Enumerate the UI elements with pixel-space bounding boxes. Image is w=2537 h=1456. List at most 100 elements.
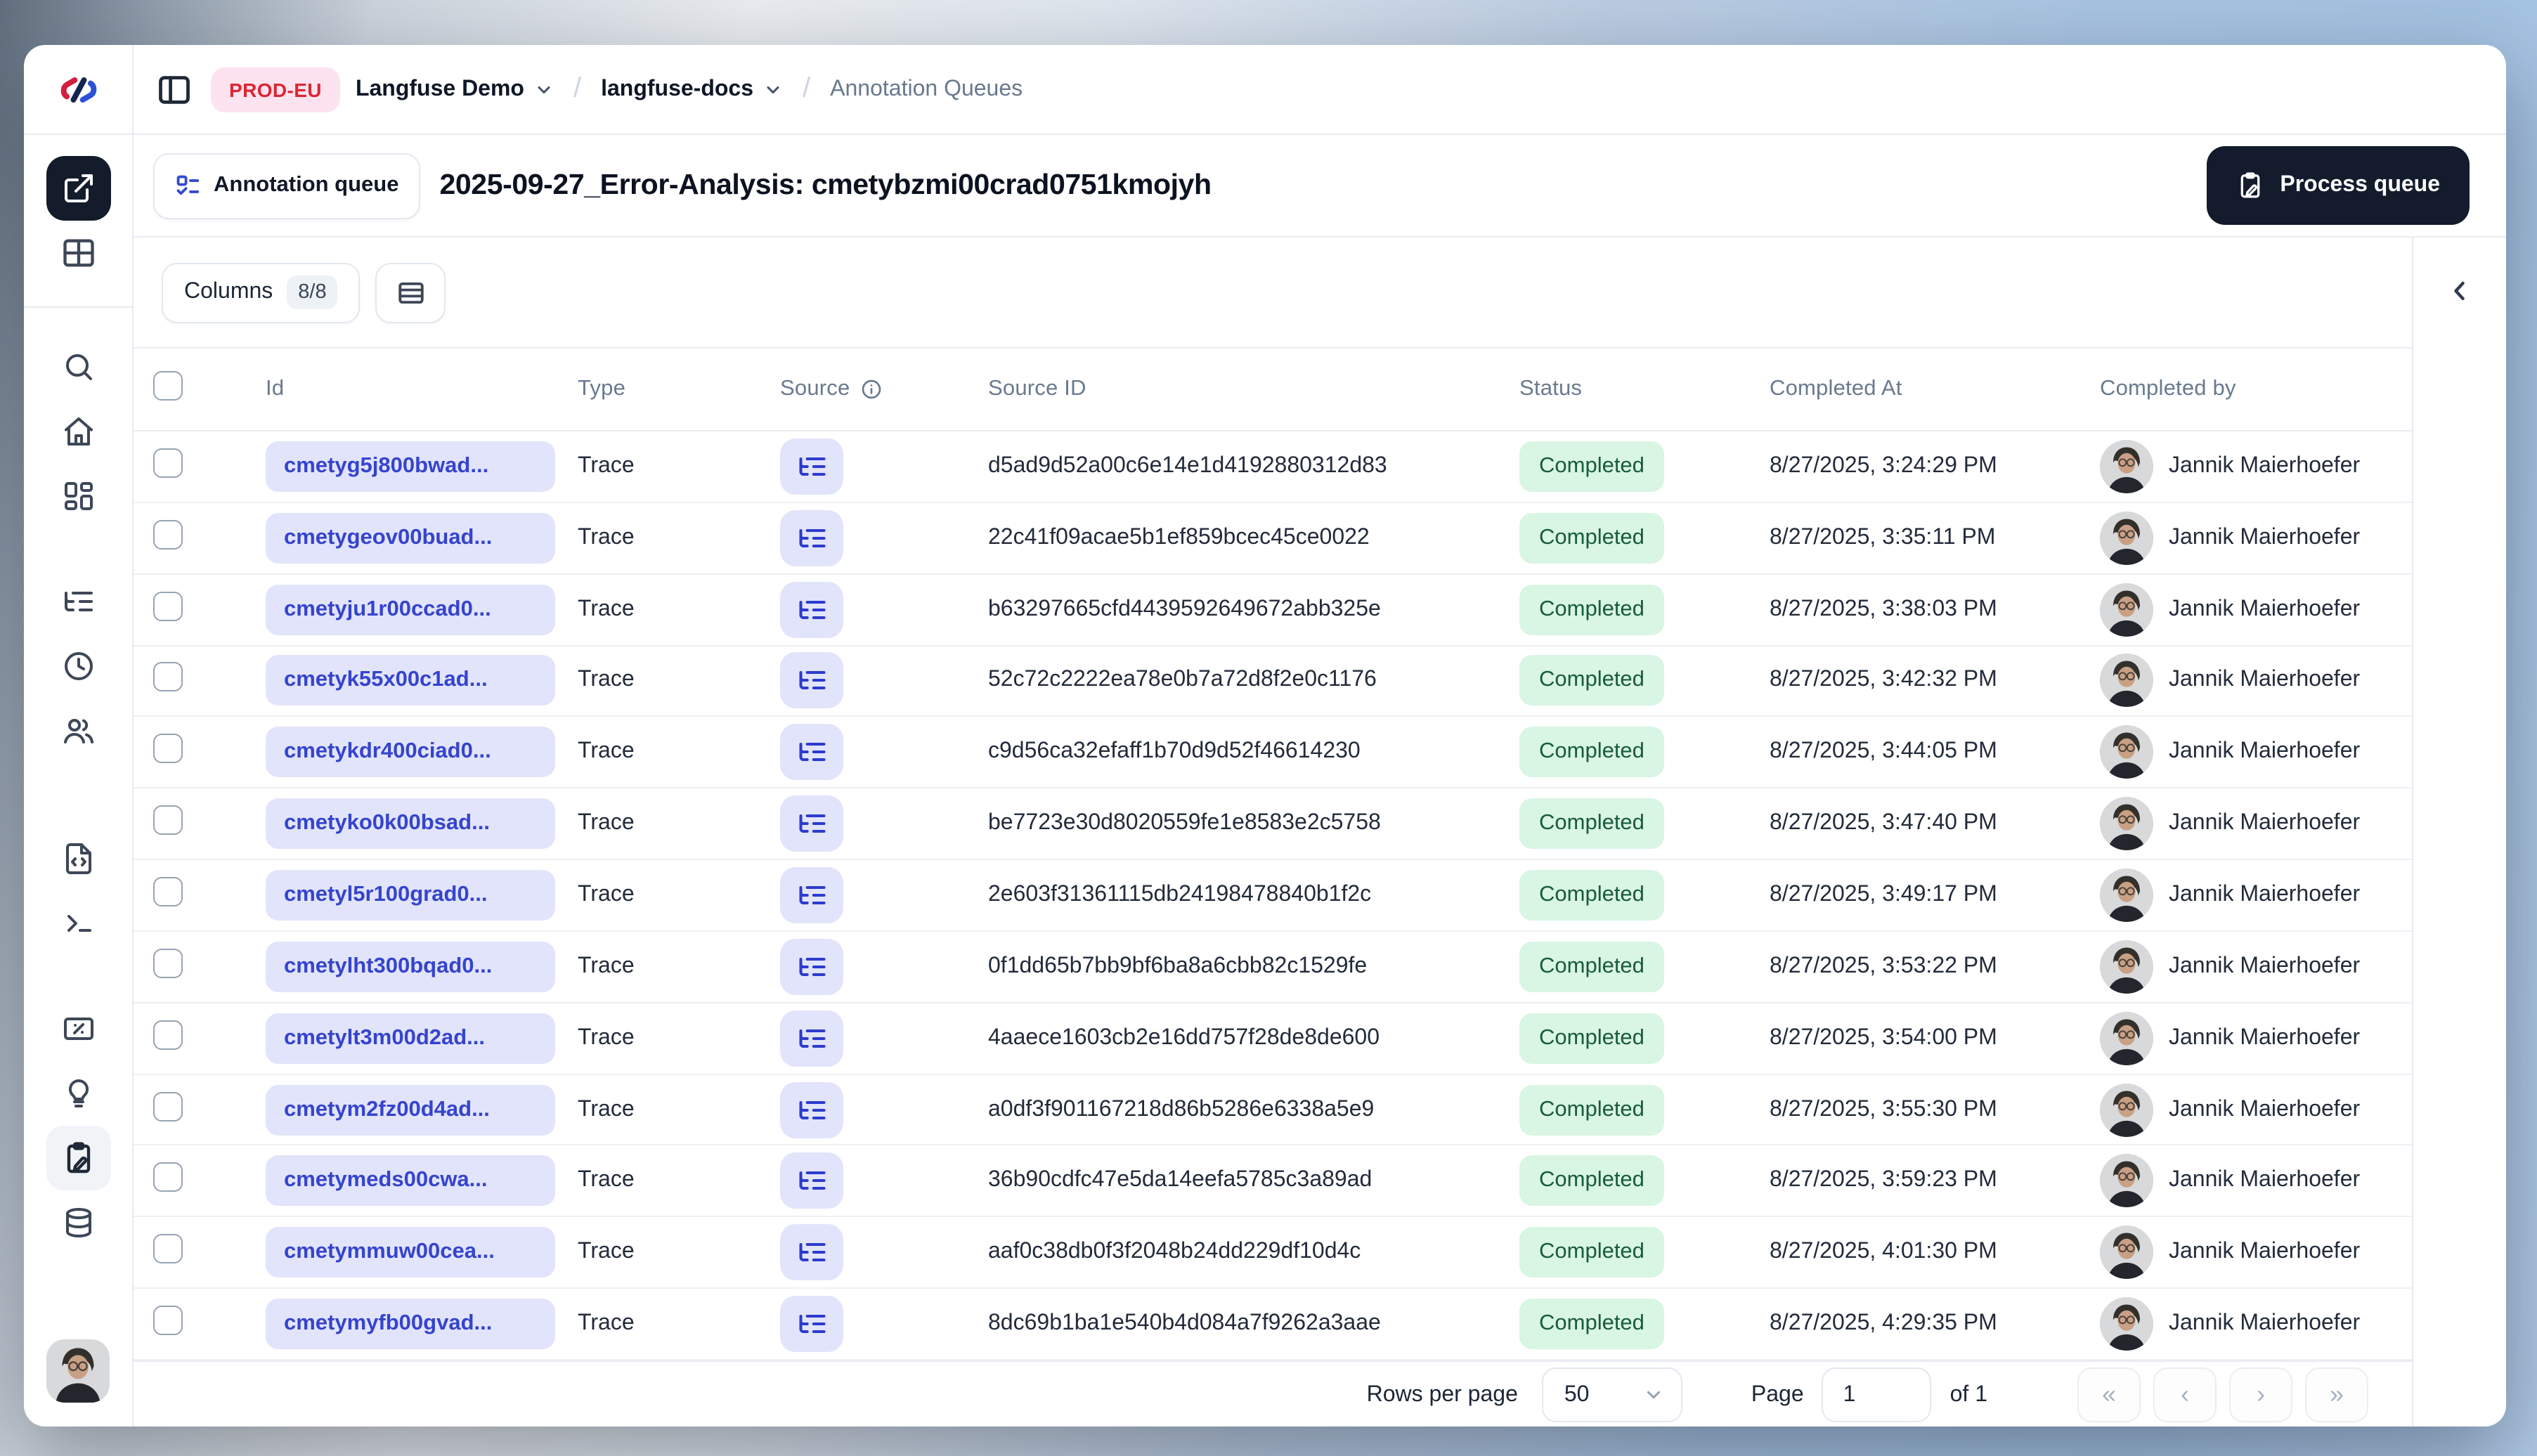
source-id-cell: 4aaece1603cb2e16dd757f28de8de600 — [988, 1025, 1380, 1050]
table-row[interactable]: cmetyg5j800bwad... Trace d5ad9d52a00c6e1… — [134, 431, 2412, 503]
table-row[interactable]: cmetyk55x00c1ad... Trace 52c72c2222ea78e… — [134, 646, 2412, 717]
source-id-cell: 8dc69b1ba1e540b4d084a7f9262a3aae — [988, 1311, 1381, 1336]
org-switcher[interactable]: Langfuse Demo — [356, 77, 554, 102]
table-row[interactable]: cmetymeds00cwa... Trace 36b90cdfc47e5da1… — [134, 1146, 2412, 1218]
trace-source-button[interactable] — [780, 509, 843, 566]
row-checkbox[interactable] — [153, 591, 183, 621]
trace-source-button[interactable] — [780, 1224, 843, 1281]
trace-source-button[interactable] — [780, 652, 843, 709]
sidebar-item-insights[interactable] — [46, 1061, 110, 1126]
info-icon[interactable] — [859, 378, 882, 401]
table-row[interactable]: cmetyju1r00ccad0... Trace b63297665cfd44… — [134, 574, 2412, 646]
table-row[interactable]: cmetymyfb00gvad... Trace 8dc69b1ba1e540b… — [134, 1289, 2412, 1360]
row-checkbox[interactable] — [153, 662, 183, 692]
first-page-button[interactable]: « — [2077, 1367, 2141, 1423]
table-row[interactable]: cmetylht300bqad0... Trace 0f1dd65b7bb9bf… — [134, 932, 2412, 1003]
item-id-link[interactable]: cmetymmuw00cea... — [266, 1227, 555, 1278]
process-queue-button[interactable]: Process queue — [2207, 146, 2470, 225]
item-id-link[interactable]: cmetymyfb00gvad... — [266, 1299, 555, 1350]
source-id-cell: 52c72c2222ea78e0b7a72d8f2e0c1176 — [988, 668, 1377, 692]
table-row[interactable]: cmetymmuw00cea... Trace aaf0c38db0f3f204… — [134, 1218, 2412, 1289]
next-page-button[interactable]: › — [2229, 1367, 2292, 1423]
item-id-link[interactable]: cmetykdr400ciad0... — [266, 727, 555, 778]
clipboard-pen-icon — [61, 1141, 95, 1175]
status-badge: Completed — [1519, 441, 1664, 492]
item-id-link[interactable]: cmetylt3m00d2ad... — [266, 1013, 555, 1064]
trace-source-button[interactable] — [780, 1010, 843, 1067]
sidebar-item-home[interactable] — [46, 399, 110, 464]
item-id-link[interactable]: cmetymeds00cwa... — [266, 1155, 555, 1207]
item-id-link[interactable]: cmetym2fz00d4ad... — [266, 1084, 555, 1136]
sidebar-item-users[interactable] — [46, 698, 110, 763]
rows-per-page-select[interactable]: 50 — [1541, 1367, 1682, 1423]
user-avatar[interactable] — [46, 1339, 110, 1403]
columns-label: Columns — [184, 280, 273, 304]
panel-left-icon — [156, 71, 193, 108]
sidebar-item-tables[interactable] — [46, 221, 110, 285]
row-checkbox[interactable] — [153, 948, 183, 978]
table-row[interactable]: cmetygeov00buad... Trace 22c41f09acae5b1… — [134, 503, 2412, 575]
sidebar-item-prompts[interactable] — [46, 826, 110, 891]
status-badge: Completed — [1519, 869, 1664, 921]
columns-button[interactable]: Columns 8/8 — [162, 262, 361, 323]
type-cell: Trace — [578, 597, 635, 621]
completed-at-cell: 8/27/2025, 3:44:05 PM — [1770, 739, 1997, 764]
users-icon — [61, 714, 95, 748]
breadcrumb-separator: / — [803, 73, 811, 104]
collapse-panel-button[interactable] — [2436, 267, 2484, 315]
completed-by-name: Jannik Maierhoefer — [2169, 811, 2361, 836]
project-switcher[interactable]: langfuse-docs — [601, 77, 783, 102]
sidebar-item-sessions[interactable] — [46, 634, 110, 698]
item-id-link[interactable]: cmetygeov00buad... — [266, 512, 555, 564]
trace-source-button[interactable] — [780, 581, 843, 638]
table-row[interactable]: cmetyl5r100grad0... Trace 2e603f31361115… — [134, 860, 2412, 932]
queue-type-label: Annotation queue — [214, 173, 399, 197]
row-checkbox[interactable] — [153, 1234, 183, 1264]
sidebar-item-evaluation[interactable] — [46, 996, 110, 1061]
sidebar-toggle-button[interactable] — [153, 68, 195, 110]
item-id-link[interactable]: cmetyg5j800bwad... — [266, 441, 555, 492]
trace-source-button[interactable] — [780, 866, 843, 923]
trace-source-button[interactable] — [780, 438, 843, 495]
row-checkbox[interactable] — [153, 519, 183, 550]
table-row[interactable]: cmetylt3m00d2ad... Trace 4aaece1603cb2e1… — [134, 1003, 2412, 1075]
table-row[interactable]: cmetyko0k00bsad... Trace be7723e30d80205… — [134, 788, 2412, 861]
item-id-link[interactable]: cmetyk55x00c1ad... — [266, 655, 555, 706]
row-checkbox[interactable] — [153, 734, 183, 764]
completed-by-cell: Jannik Maierhoefer — [2100, 1154, 2412, 1208]
item-id-link[interactable]: cmetyko0k00bsad... — [266, 798, 555, 850]
table-row[interactable]: cmetym2fz00d4ad... Trace a0df3f901167218… — [134, 1074, 2412, 1146]
item-id-link[interactable]: cmetyju1r00ccad0... — [266, 584, 555, 635]
sidebar-item-dashboards[interactable] — [46, 464, 110, 528]
item-id-link[interactable]: cmetyl5r100grad0... — [266, 869, 555, 921]
trace-source-button[interactable] — [780, 1296, 843, 1353]
page-input[interactable]: 1 — [1822, 1367, 1932, 1423]
previous-page-button[interactable]: ‹ — [2153, 1367, 2217, 1423]
trace-source-button[interactable] — [780, 1152, 843, 1209]
row-checkbox[interactable] — [153, 1306, 183, 1336]
select-all-checkbox[interactable] — [153, 371, 183, 401]
row-checkbox[interactable] — [153, 1162, 183, 1192]
trace-source-button[interactable] — [780, 795, 843, 852]
sidebar-item-playground[interactable] — [46, 891, 110, 956]
trace-source-button[interactable] — [780, 1081, 843, 1138]
row-checkbox[interactable] — [153, 876, 183, 906]
last-page-button[interactable]: » — [2305, 1367, 2368, 1423]
status-badge: Completed — [1519, 727, 1664, 778]
sidebar-item-tracing[interactable] — [46, 569, 110, 634]
source-id-cell: b63297665cfd4439592649672abb325e — [988, 597, 1381, 621]
row-height-button[interactable] — [375, 262, 446, 323]
open-external-button[interactable] — [46, 156, 110, 221]
item-id-link[interactable]: cmetylht300bqad0... — [266, 941, 555, 992]
trace-source-button[interactable] — [780, 938, 843, 995]
sidebar-item-annotation-queues[interactable] — [46, 1126, 110, 1190]
sidebar-item-datasets[interactable] — [46, 1190, 110, 1255]
row-checkbox[interactable] — [153, 805, 183, 836]
avatar — [2100, 725, 2153, 779]
row-checkbox[interactable] — [153, 1091, 183, 1122]
table-row[interactable]: cmetykdr400ciad0... Trace c9d56ca32efaff… — [134, 717, 2412, 789]
row-checkbox[interactable] — [153, 448, 183, 478]
row-checkbox[interactable] — [153, 1020, 183, 1050]
sidebar-item-search[interactable] — [46, 334, 110, 399]
trace-source-button[interactable] — [780, 724, 843, 781]
